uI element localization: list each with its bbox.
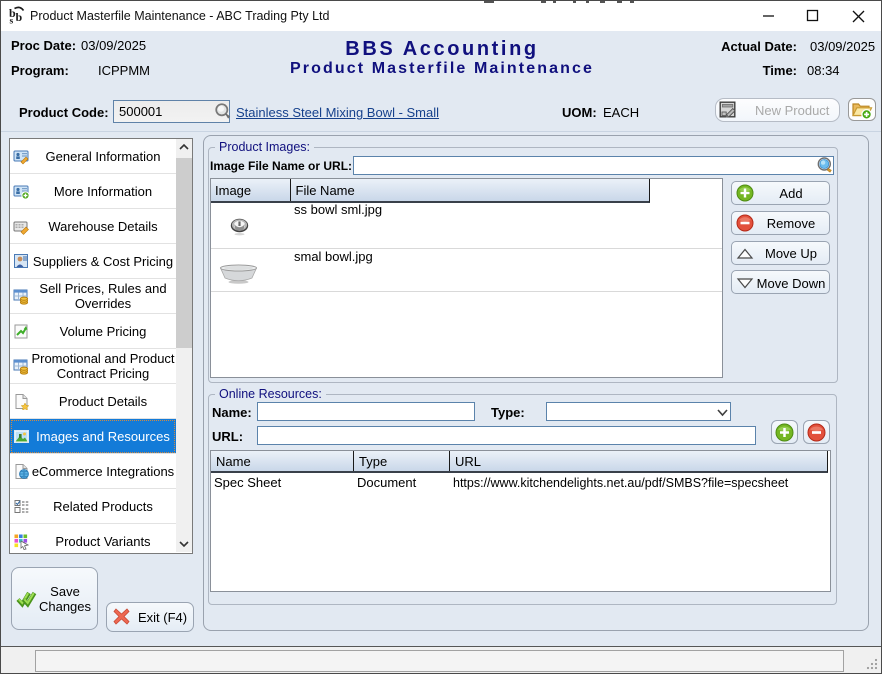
svg-text:s: s: [10, 17, 14, 25]
svg-text:b: b: [16, 10, 23, 24]
